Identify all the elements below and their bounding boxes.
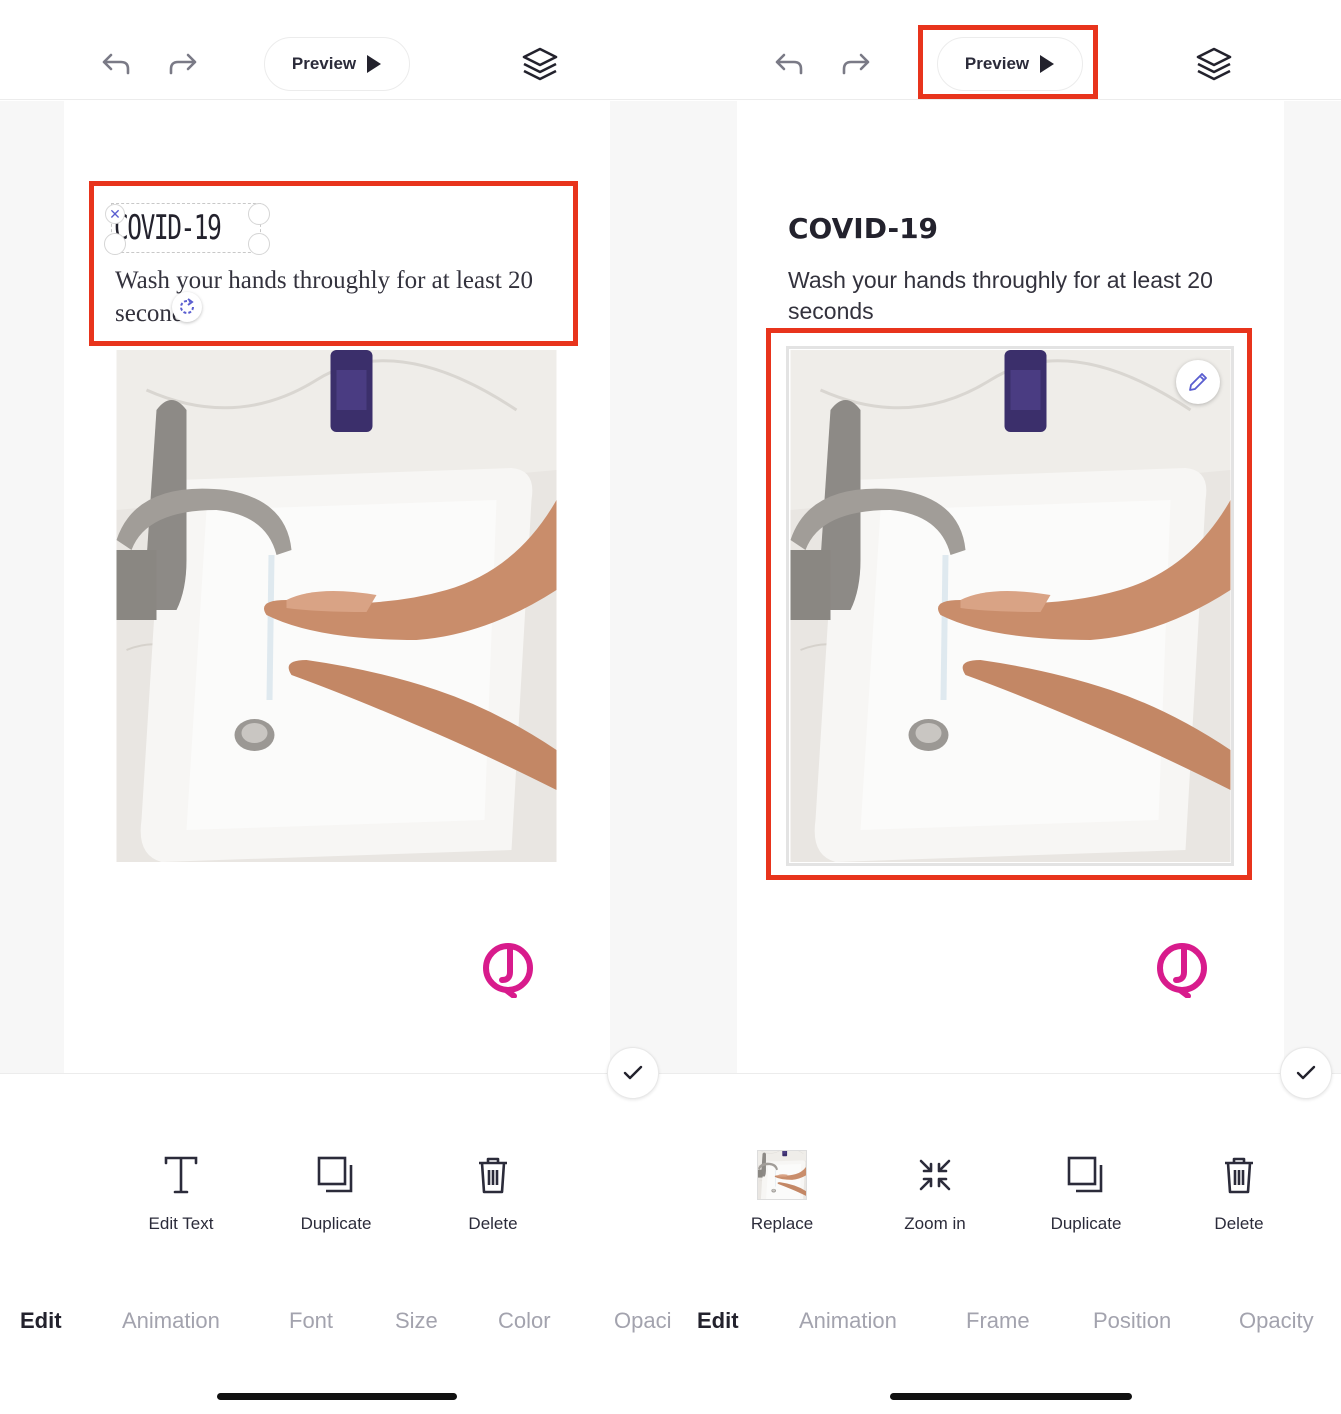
tab-position[interactable]: Position [1093, 1308, 1171, 1334]
image-thumbnail [757, 1150, 807, 1200]
left-screen: Preview COVID-19 ✕ Wash your hands throu… [0, 0, 674, 1414]
right-screen: Preview COVID-19 Wash your hands through… [674, 0, 1341, 1414]
duplicate-icon [311, 1150, 361, 1200]
rotate-icon[interactable] [172, 292, 202, 322]
zoom-in-arrows-icon [910, 1150, 960, 1200]
play-icon [367, 55, 382, 73]
home-indicator [890, 1393, 1132, 1400]
home-indicator [217, 1393, 457, 1400]
title-text[interactable]: COVID-19 [788, 212, 938, 245]
check-icon [623, 1065, 643, 1080]
duplicate-icon [1061, 1150, 1111, 1200]
tab-size[interactable]: Size [395, 1308, 438, 1334]
replace-button[interactable]: Replace [717, 1150, 847, 1234]
redo-icon[interactable] [836, 44, 876, 84]
zoom-in-label: Zoom in [904, 1214, 966, 1233]
sink-photo[interactable] [116, 350, 557, 862]
panel-divider [674, 1073, 1341, 1074]
edit-pencil-icon[interactable] [1176, 360, 1220, 404]
delete-label: Delete [468, 1214, 518, 1233]
top-toolbar: Preview [674, 0, 1341, 100]
redo-icon[interactable] [163, 44, 203, 84]
tab-animation[interactable]: Animation [799, 1308, 897, 1334]
top-toolbar: Preview [0, 0, 674, 100]
tab-opacity[interactable]: Opacity [1239, 1308, 1314, 1334]
text-t-icon [156, 1150, 206, 1200]
tab-font[interactable]: Font [289, 1308, 333, 1334]
replace-label: Replace [750, 1214, 814, 1233]
undo-icon[interactable] [769, 44, 809, 84]
edit-text-button[interactable]: Edit Text [116, 1150, 246, 1234]
trash-icon [1214, 1150, 1264, 1200]
brand-logo-icon [1152, 938, 1212, 999]
preview-label: Preview [964, 54, 1030, 73]
confirm-check-button[interactable] [1280, 1047, 1332, 1099]
delete-button[interactable]: Delete [428, 1150, 558, 1234]
trash-icon [468, 1150, 518, 1200]
preview-button[interactable]: Preview [264, 37, 410, 91]
tab-animation[interactable]: Animation [122, 1308, 220, 1334]
resize-handle-top-right[interactable] [248, 203, 270, 225]
tab-edit[interactable]: Edit [697, 1308, 739, 1334]
brand-logo-icon [478, 938, 538, 999]
undo-icon[interactable] [96, 44, 136, 84]
preview-button[interactable]: Preview [937, 37, 1083, 91]
check-icon [1296, 1065, 1316, 1080]
tab-opacity[interactable]: Opaci [614, 1308, 671, 1334]
bottom-tabs: Edit Animation Frame Position Opacity [674, 1308, 1341, 1340]
sink-photo[interactable] [790, 350, 1231, 862]
panel-divider [0, 1073, 674, 1074]
tab-color[interactable]: Color [498, 1308, 551, 1334]
delete-button[interactable]: Delete [1174, 1150, 1304, 1234]
delete-label: Delete [1214, 1214, 1264, 1233]
bottom-tabs: Edit Animation Font Size Color Opaci [0, 1308, 674, 1340]
tab-frame[interactable]: Frame [966, 1308, 1030, 1334]
duplicate-button[interactable]: Duplicate [271, 1150, 401, 1234]
tab-edit[interactable]: Edit [20, 1308, 62, 1334]
resize-handle-bottom-left[interactable] [104, 233, 126, 255]
resize-handle-bottom-right[interactable] [248, 233, 270, 255]
layers-icon[interactable] [1194, 44, 1234, 84]
close-icon[interactable]: ✕ [105, 204, 125, 224]
replace-thumbnail-wrap [757, 1150, 807, 1200]
zoom-in-button[interactable]: Zoom in [870, 1150, 1000, 1234]
title-text[interactable]: COVID-19 [114, 208, 222, 248]
body-text[interactable]: Wash your hands throughly for at least 2… [788, 265, 1258, 327]
duplicate-label: Duplicate [1050, 1214, 1122, 1233]
duplicate-label: Duplicate [300, 1214, 372, 1233]
edit-text-label: Edit Text [148, 1214, 214, 1233]
preview-label: Preview [291, 54, 357, 73]
duplicate-button[interactable]: Duplicate [1021, 1150, 1151, 1234]
play-icon [1040, 55, 1055, 73]
layers-icon[interactable] [520, 44, 560, 84]
confirm-check-button[interactable] [607, 1047, 659, 1099]
